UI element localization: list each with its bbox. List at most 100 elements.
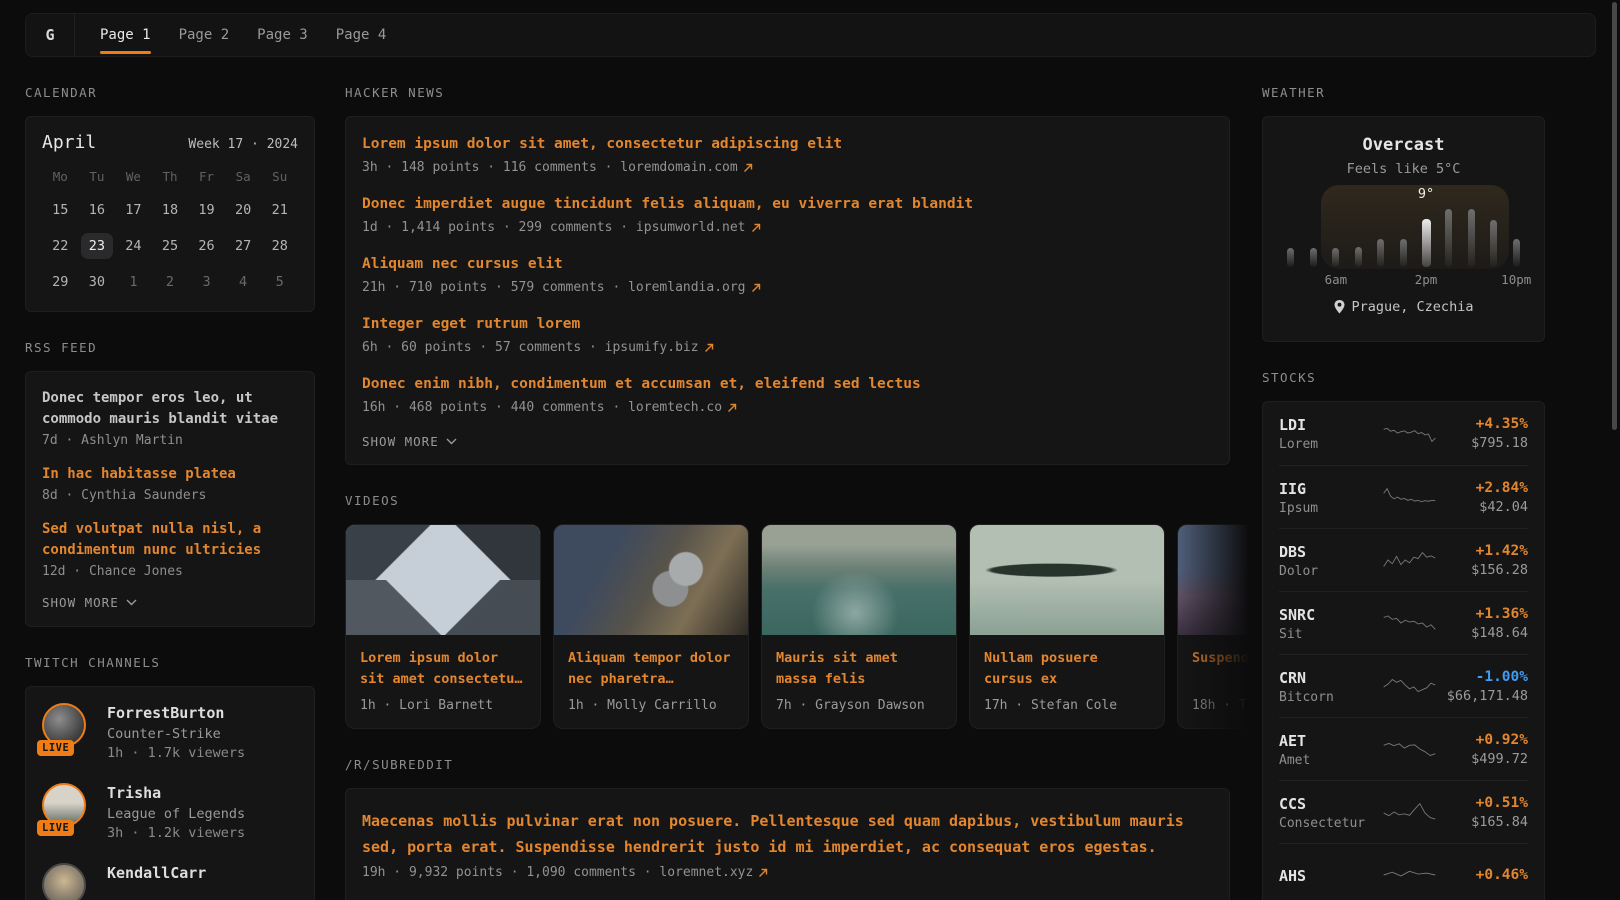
- stock-ticker[interactable]: CRN: [1279, 669, 1306, 687]
- story-title[interactable]: Lorem ipsum dolor sit amet, consectetur …: [362, 134, 1213, 155]
- daylight-highlight: [1321, 185, 1509, 269]
- external-link-icon[interactable]: [743, 163, 753, 173]
- stock-ticker[interactable]: IIG: [1279, 480, 1306, 498]
- video-title[interactable]: Nullam posuere cursus ex: [984, 648, 1150, 690]
- calendar-day: 22: [44, 233, 76, 259]
- hackernews-show-more-button[interactable]: SHOW MORE: [362, 434, 457, 449]
- channel-name[interactable]: ForrestBurton: [107, 704, 245, 722]
- video-card: Lorem ipsum dolor sit amet consectetu… 1…: [345, 524, 541, 729]
- video-title[interactable]: Suspendisse diam: [1192, 648, 1258, 690]
- twitch-widget: TWITCH CHANNELS LIVE ForrestBurton Count…: [25, 655, 315, 900]
- video-thumbnail[interactable]: [346, 525, 540, 635]
- video-thumbnail[interactable]: [1178, 525, 1258, 635]
- story-meta-text: 3h · 148 points · 116 comments · loremdo…: [362, 160, 738, 175]
- time-label: 10pm: [1501, 272, 1531, 287]
- current-hour-bar: [1422, 219, 1431, 267]
- external-link-icon[interactable]: [704, 343, 714, 353]
- stock-sparkline: [1383, 858, 1436, 892]
- hour-bar: [1310, 248, 1317, 267]
- post-meta-text: 19h · 9,932 points · 1,090 comments · lo…: [362, 865, 753, 880]
- video-meta: 17h · Stefan Cole: [984, 698, 1150, 713]
- stock-row: CRN Bitcorn -1.00% $66,171.48: [1279, 654, 1528, 717]
- page-tab[interactable]: Page 3: [257, 14, 308, 56]
- story-meta-text: 6h · 60 points · 57 comments · ipsumify.…: [362, 340, 699, 355]
- video-meta: 1h · Lori Barnett: [360, 698, 526, 713]
- stock-ticker[interactable]: AET: [1279, 732, 1306, 750]
- channel-game: Counter-Strike: [107, 726, 245, 742]
- story-title[interactable]: Integer eget rutrum lorem: [362, 314, 1213, 335]
- weather-card: Overcast Feels like 5°C 9°6am2pm10pm Pra…: [1262, 116, 1545, 342]
- calendar-day: 15: [44, 197, 76, 223]
- rss-item-title[interactable]: Sed volutpat nulla nisl, a condimentum n…: [42, 519, 298, 561]
- page-tabs-bar: G Page 1 Page 2 Page 3 Page 4: [25, 13, 1596, 57]
- stock-price: $499.72: [1436, 751, 1528, 767]
- page-tab[interactable]: Page 1: [100, 14, 151, 56]
- rss-show-more-button[interactable]: SHOW MORE: [42, 595, 137, 610]
- stock-sparkline: [1383, 543, 1436, 577]
- video-thumbnail[interactable]: [762, 525, 956, 635]
- video-title[interactable]: Lorem ipsum dolor sit amet consectetu…: [360, 648, 526, 690]
- channel-name[interactable]: KendallCarr: [107, 864, 206, 882]
- calendar-day: 28: [264, 233, 296, 259]
- channel-name[interactable]: Trisha: [107, 784, 245, 802]
- hn-story: Donec imperdiet augue tincidunt felis al…: [362, 194, 1213, 235]
- stocks-section-label: STOCKS: [1262, 370, 1545, 385]
- video-card: Aliquam tempor dolor nec pharetra… 1h · …: [553, 524, 749, 729]
- calendar-day: 3: [191, 269, 223, 295]
- twitch-section-label: TWITCH CHANNELS: [25, 655, 315, 670]
- page-tab[interactable]: Page 2: [179, 14, 230, 56]
- subreddit-card: Maecenas mollis pulvinar erat non posuer…: [345, 788, 1230, 900]
- channel-viewers: 1h · 1.7k viewers: [107, 745, 245, 761]
- hour-bar: [1490, 220, 1497, 267]
- story-title[interactable]: Donec imperdiet augue tincidunt felis al…: [362, 194, 1213, 215]
- avatar[interactable]: [42, 863, 90, 900]
- video-card: Nullam posuere cursus ex 17h · Stefan Co…: [969, 524, 1165, 729]
- calendar-day: 1: [117, 269, 149, 295]
- stock-name: Dolor: [1279, 564, 1383, 579]
- calendar-weekday-header: Su: [261, 167, 298, 187]
- external-link-icon[interactable]: [758, 868, 768, 878]
- stock-name: Bitcorn: [1279, 690, 1383, 705]
- stock-ticker[interactable]: LDI: [1279, 416, 1306, 434]
- show-more-label: SHOW MORE: [42, 595, 119, 610]
- subreddit-widget: /R/SUBREDDIT Maecenas mollis pulvinar er…: [345, 757, 1230, 900]
- stock-name: Sit: [1279, 627, 1383, 642]
- hour-bar: [1355, 247, 1362, 267]
- avatar[interactable]: LIVE: [42, 783, 90, 831]
- stock-row: SNRC Sit +1.36% $148.64: [1279, 591, 1528, 654]
- story-title[interactable]: Aliquam nec cursus elit: [362, 254, 1213, 275]
- page-tab[interactable]: Page 4: [336, 14, 387, 56]
- weather-section-label: WEATHER: [1262, 85, 1545, 100]
- tab-nav: Page 1 Page 2 Page 3 Page 4: [75, 14, 386, 56]
- video-meta: 7h · Grayson Dawson: [776, 698, 942, 713]
- video-title[interactable]: Mauris sit amet massa felis: [776, 648, 942, 690]
- stock-ticker[interactable]: SNRC: [1279, 606, 1315, 624]
- avatar[interactable]: LIVE: [42, 703, 90, 751]
- external-link-icon[interactable]: [751, 223, 761, 233]
- stock-change: +0.46%: [1436, 867, 1528, 883]
- stock-row: AET Amet +0.92% $499.72: [1279, 717, 1528, 780]
- weather-widget: WEATHER Overcast Feels like 5°C 9°6am2pm…: [1262, 85, 1545, 342]
- external-link-icon[interactable]: [751, 283, 761, 293]
- calendar-day: 4: [227, 269, 259, 295]
- rss-item-title[interactable]: In hac habitasse platea: [42, 464, 298, 485]
- logo[interactable]: G: [26, 14, 75, 56]
- story-title[interactable]: Donec enim nibh, condimentum et accumsan…: [362, 374, 1213, 395]
- scrollbar-thumb[interactable]: [1612, 2, 1617, 430]
- external-link-icon[interactable]: [727, 403, 737, 413]
- stock-change: -1.00%: [1436, 669, 1528, 685]
- video-title[interactable]: Aliquam tempor dolor nec pharetra…: [568, 648, 734, 690]
- video-thumbnail[interactable]: [970, 525, 1164, 635]
- stock-sparkline: [1383, 732, 1436, 766]
- video-thumbnail[interactable]: [554, 525, 748, 635]
- hour-bar: [1332, 248, 1339, 267]
- rss-item-title[interactable]: Donec tempor eros leo, ut commodo mauris…: [42, 388, 298, 430]
- post-title[interactable]: Maecenas mollis pulvinar erat non posuer…: [362, 808, 1213, 860]
- stock-ticker[interactable]: AHS: [1279, 867, 1306, 885]
- calendar-week-year: Week 17 · 2024: [188, 137, 298, 152]
- videos-widget: VIDEOS Lorem ipsum dolor sit amet consec…: [345, 493, 1230, 729]
- story-meta: 6h · 60 points · 57 comments · ipsumify.…: [362, 340, 1213, 355]
- stock-ticker[interactable]: DBS: [1279, 543, 1306, 561]
- twitch-card: LIVE ForrestBurton Counter-Strike 1h · 1…: [25, 686, 315, 900]
- stock-ticker[interactable]: CCS: [1279, 795, 1306, 813]
